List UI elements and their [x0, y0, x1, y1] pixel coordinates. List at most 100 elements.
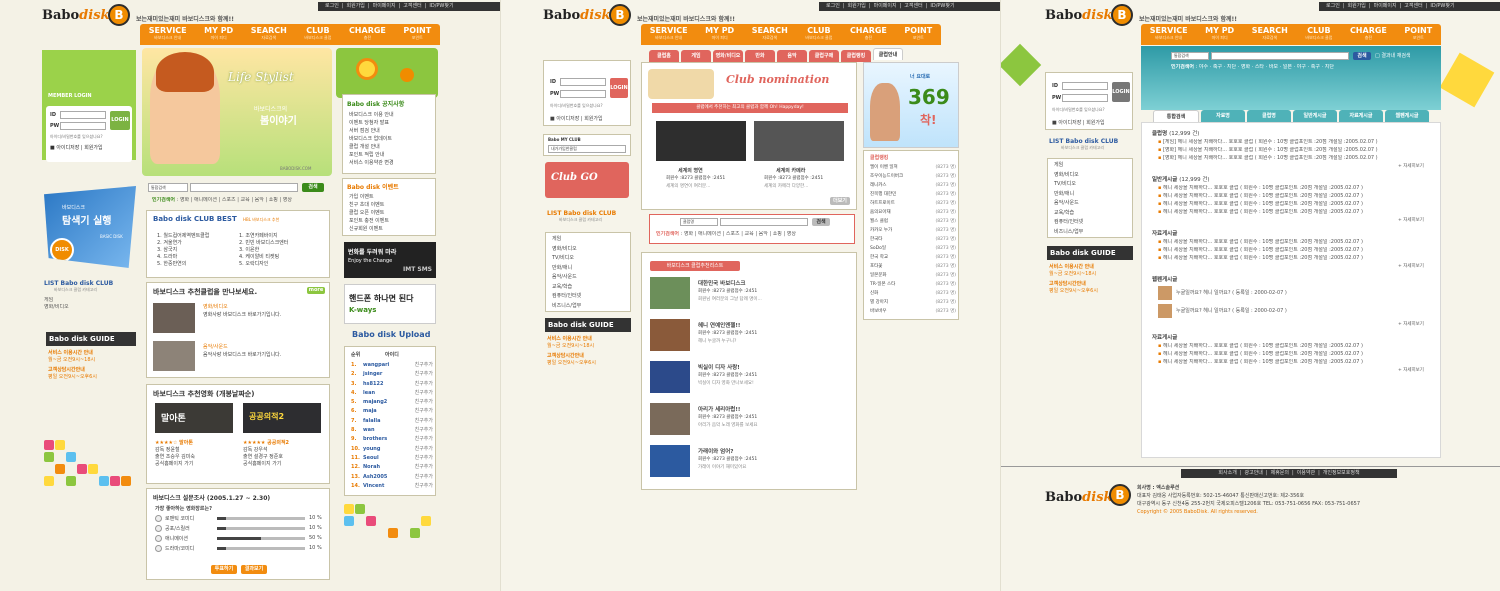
add-friend-link[interactable]: 친구추가 — [415, 426, 433, 435]
join-link[interactable]: 회원가입 — [84, 145, 102, 151]
best-item[interactable]: 1. 조연카페바이지 — [239, 233, 288, 240]
tab-comic[interactable]: 만화 — [745, 50, 775, 62]
tab-webpen[interactable]: 웹펜게시글 — [1385, 110, 1429, 122]
club-desc[interactable]: 음악사랑 바보디스크 바로가기입니다. — [203, 351, 281, 358]
add-friend-link[interactable]: 친구추가 — [415, 380, 433, 389]
upload-row[interactable]: 5. majang2 친구추가 — [351, 398, 433, 407]
nav-club[interactable]: CLUB 바보디스크 클럽 — [805, 26, 832, 40]
ranking-item[interactable]: 윰의요아재 (8273 명) — [870, 208, 956, 217]
pw-input[interactable] — [1062, 94, 1108, 102]
search-input[interactable] — [1211, 52, 1349, 60]
pw-input[interactable] — [60, 122, 106, 130]
nav-club[interactable]: CLUB 바보디스크 클럽 — [1305, 26, 1332, 40]
add-friend-link[interactable]: 친구추가 — [415, 361, 433, 370]
toplink-mypage[interactable]: 마이페이지 — [874, 3, 897, 9]
toplink-login[interactable]: 로그인 — [325, 3, 339, 9]
id-input[interactable] — [60, 111, 106, 119]
club-list-item[interactable]: 영화/비디오 — [44, 304, 136, 311]
add-friend-link[interactable]: 친구추가 — [415, 435, 433, 444]
phone-ad[interactable]: 너 요대로 369 착! — [863, 62, 959, 148]
event-item[interactable]: 친구 초대 이벤트 — [349, 201, 389, 209]
add-friend-link[interactable]: 친구추가 — [415, 482, 433, 491]
club-thumb[interactable] — [153, 341, 195, 371]
result-item[interactable]: ▪ 헤니 세상을 지배하다... 호호호 클럽 ( 회원수 : 10명 클럽포인… — [1158, 247, 1434, 254]
event-item[interactable]: 클럽 오픈 이벤트 — [349, 209, 389, 217]
toplink-support[interactable]: 고객센터 — [1404, 3, 1422, 9]
ranking-item[interactable]: 진목행 대한민 (8273 명) — [870, 190, 956, 199]
result-item[interactable]: ▪ 헤니 세상을 지배하다... 호호호 클럽 ( 회원수 : 10명 클럽포인… — [1158, 185, 1434, 192]
category-item[interactable]: 교육/학습 — [552, 283, 581, 293]
ranking-item[interactable]: 한국 학교 (8273 명) — [870, 253, 956, 262]
club-search-button[interactable]: 검색 — [812, 218, 830, 226]
best-item[interactable]: 3. 삼국지 — [157, 247, 209, 254]
ranking-item[interactable]: TR-일본 스타 (8273 명) — [870, 280, 956, 289]
category-item[interactable]: 컴퓨터/인터넷 — [1054, 218, 1083, 228]
ranking-item[interactable]: 신화 (8273 명) — [870, 289, 956, 298]
tab-club-buy[interactable]: 클럽구매 — [809, 50, 839, 62]
nav-search[interactable]: SEARCH 자료검색 — [752, 26, 788, 40]
toplink-join[interactable]: 회원가입 — [848, 3, 866, 9]
ad-banner-2[interactable]: 핸드폰 하나면 된다 K-ways — [344, 284, 436, 324]
save-id-checkbox[interactable]: ■ 아이디저장 | 회원가입 — [550, 115, 603, 122]
best-item[interactable]: 2. 겨울연가 — [157, 240, 209, 247]
ranking-item[interactable]: 포타꽃 (8273 명) — [870, 262, 956, 271]
upload-row[interactable]: 7. falalla 친구추가 — [351, 417, 433, 426]
event-item[interactable]: 포인트 충전 이벤트 — [349, 217, 389, 225]
notice-item[interactable]: 포인트 적립 안내 — [349, 151, 394, 159]
result-item[interactable]: ▪ 헤니 세상을 지배하다... 호호호 클럽 ( 회원수 : 10명 클럽포인… — [1158, 359, 1434, 366]
ranking-item[interactable]: 하트프로이트 (8273 명) — [870, 199, 956, 208]
footer-link[interactable]: 광고안내 — [1245, 470, 1263, 476]
nav-charge[interactable]: CHARGE 충전 — [850, 26, 887, 40]
upload-row[interactable]: 9. brothers 친구추가 — [351, 435, 433, 444]
nav-service[interactable]: SERVICE 바보디스크 안내 — [650, 26, 688, 40]
keyword[interactable]: 쇼핑 — [269, 197, 278, 203]
nomination-name[interactable]: 세계의 명연 — [678, 167, 703, 174]
upload-row[interactable]: 12. Norah 친구추가 — [351, 463, 433, 472]
tab-movie[interactable]: 영화/비디오 — [713, 50, 743, 62]
add-friend-link[interactable]: 친구추가 — [415, 417, 433, 426]
nav-point[interactable]: POINT 포인트 — [904, 26, 932, 40]
result-item[interactable]: ▪ [영화] 헤니 세상을 지배하다... 호호호 클럽 ( 회원수 : 10명… — [1158, 147, 1434, 154]
nomination-thumb[interactable] — [754, 121, 844, 161]
login-button[interactable]: LOGIN — [610, 78, 628, 98]
login-button[interactable]: LOGIN — [1112, 82, 1130, 102]
notice-item[interactable]: 바보디스크 이용 안내 — [349, 111, 394, 119]
site-logo[interactable]: Babodisk — [1045, 8, 1113, 23]
notice-item[interactable]: 이벤트 당첨자 발표 — [349, 119, 394, 127]
id-input[interactable] — [560, 78, 606, 86]
result-item[interactable]: ▪ 헤니 세상을 지배하다... 호호호 클럽 ( 회원수 : 10명 클럽포인… — [1158, 209, 1434, 216]
nav-mypd[interactable]: MY PD 마이 피디 — [204, 26, 233, 40]
result-button[interactable]: 결과보기 — [241, 565, 267, 574]
event-item[interactable]: 가입 이벤트 — [349, 193, 389, 201]
result-item[interactable]: ▪ [게임] 헤니 세상을 지배하다... 호호호 클럽 ( 회원수 : 10명… — [1158, 139, 1434, 146]
category-item[interactable]: 교육/학습 — [1054, 209, 1083, 219]
best-item[interactable]: 2. 빈빈 바보디스크엔터 — [239, 240, 288, 247]
upload-row[interactable]: 8. wan 친구추가 — [351, 426, 433, 435]
nav-charge[interactable]: CHARGE 충전 — [349, 26, 386, 40]
notice-item[interactable]: 서버 점검 안내 — [349, 127, 394, 135]
ranking-item[interactable]: SoDo일 (8273 명) — [870, 244, 956, 253]
homepage-link[interactable]: 공식홈페이지 가기 — [155, 461, 195, 468]
club-rec-thumb[interactable] — [650, 361, 690, 393]
ranking-item[interactable]: 엘이 이벤 일져 (8273 명) — [870, 163, 956, 172]
upload-row[interactable]: 14. Vincent 친구추가 — [351, 482, 433, 491]
ranking-item[interactable]: 바보바우 (8273 명) — [870, 307, 956, 316]
result-item[interactable]: ▪ [영화] 헤니 세상을 지배하다... 호호호 클럽 ( 회원수 : 10명… — [1158, 155, 1434, 162]
search-select[interactable]: 통합검색 — [148, 183, 188, 192]
result-item[interactable]: 누굴일까요? 헤니 일까요? ( 등록일 : 2000-02-07 ) — [1158, 303, 1434, 319]
club-list-item[interactable]: 게임 — [44, 297, 136, 304]
result-item[interactable]: ▪ 헤니 세상을 지배하다... 호호호 클럽 ( 회원수 : 10명 클럽포인… — [1158, 193, 1434, 200]
poll-radio[interactable] — [155, 515, 162, 522]
club-rec-thumb[interactable] — [650, 319, 690, 351]
category-item[interactable]: 비즈니스/업무 — [1054, 228, 1083, 238]
nomination-name[interactable]: 세계의 카메라 — [776, 167, 805, 174]
nav-mypd[interactable]: MY PD 마이 피디 — [705, 26, 734, 40]
category-item[interactable]: 만화/애니 — [552, 264, 581, 274]
toplink-support[interactable]: 고객센터 — [904, 3, 922, 9]
keyword[interactable]: 영상 — [283, 197, 292, 203]
vote-button[interactable]: 투표하기 — [211, 565, 237, 574]
ranking-item[interactable]: 레니카스 (8273 명) — [870, 181, 956, 190]
more-link[interactable]: + 자세히보기 — [1398, 163, 1424, 169]
toplink-find[interactable]: ID/PW찾기 — [1430, 3, 1454, 9]
upload-row[interactable]: 3. hs8122 친구추가 — [351, 380, 433, 389]
